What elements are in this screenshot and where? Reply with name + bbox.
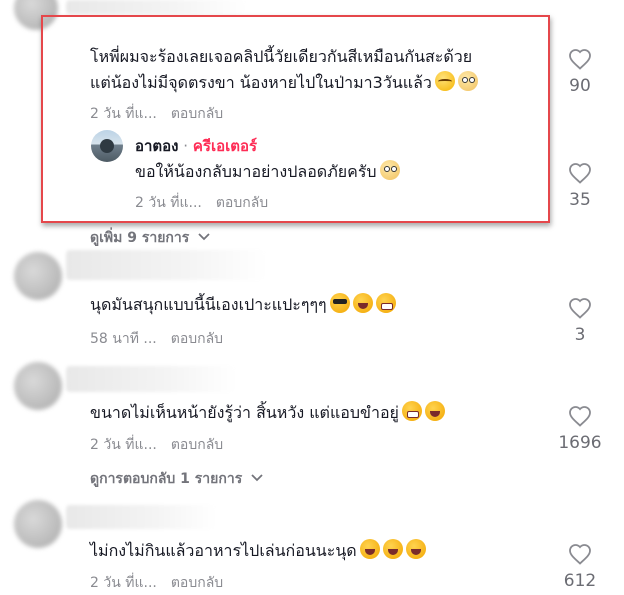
chevron-down-icon (198, 233, 210, 241)
commenter-name[interactable] (66, 250, 266, 280)
comment-text: นุดมันสนุกแบบนี้นีเองเปาะแปะๆๆๆ (90, 292, 396, 318)
heart-icon (569, 406, 591, 427)
reply-button[interactable]: ตอบกลับ (171, 437, 223, 453)
like-button[interactable]: 1696 (556, 405, 604, 453)
like-button[interactable]: 612 (556, 543, 604, 591)
like-button[interactable]: 3 (556, 297, 604, 345)
commenter-name[interactable] (66, 505, 216, 529)
heart-icon (569, 298, 591, 319)
like-count: 1696 (558, 433, 602, 453)
grinning-emoji (375, 293, 396, 313)
comment-meta: 2 วัน ที่แ... ตอบกลับ (90, 572, 223, 594)
chevron-down-icon (251, 474, 263, 482)
like-count: 90 (569, 76, 591, 96)
view-replies[interactable]: ดูการตอบกลับ 1 รายการ (90, 468, 263, 490)
view-more-replies[interactable]: ดูเพิ่ม 9 รายการ (90, 227, 210, 249)
laughing-emoji (382, 539, 403, 559)
comment-text: ขนาดไม่เห็นหน้ายังรู้ว่า สิ้นหวัง แต่แอบ… (90, 400, 445, 426)
commenter-avatar[interactable] (14, 500, 62, 548)
comment-time: 2 วัน ที่แ... (90, 575, 157, 591)
smiling-face-with-sunglasses-emoji (329, 293, 350, 313)
laughing-emoji (352, 293, 373, 313)
like-count: 612 (563, 571, 597, 591)
comment-meta: 2 วัน ที่แ... ตอบกลับ (90, 434, 223, 456)
commenter-avatar[interactable] (14, 362, 62, 410)
comment-time: 2 วัน ที่แ... (90, 437, 157, 453)
laughing-emoji (359, 539, 380, 559)
laughing-emoji (424, 401, 445, 421)
commenter-name[interactable] (66, 0, 246, 14)
heart-icon (569, 163, 591, 184)
reply-button[interactable]: ตอบกลับ (171, 331, 223, 347)
reply-like-button[interactable]: 35 (556, 162, 604, 210)
commenter-avatar[interactable] (14, 252, 62, 300)
reply-like-count: 35 (569, 190, 591, 210)
comment-time: 58 นาที ... (90, 331, 157, 347)
like-count: 3 (574, 325, 586, 345)
comment-meta: 58 นาที ... ตอบกลับ (90, 328, 223, 350)
heart-icon (569, 49, 591, 70)
heart-icon (569, 544, 591, 565)
commenter-name[interactable] (66, 366, 236, 392)
reply-button[interactable]: ตอบกลับ (171, 575, 223, 591)
laughing-emoji (405, 539, 426, 559)
like-button[interactable]: 90 (556, 48, 604, 96)
grinning-emoji (401, 401, 422, 421)
comment-text: ไม่กงไม่กินแล้วอาหารไปเล่นก่อนนะนุด (90, 538, 426, 564)
highlight-box (41, 15, 550, 223)
